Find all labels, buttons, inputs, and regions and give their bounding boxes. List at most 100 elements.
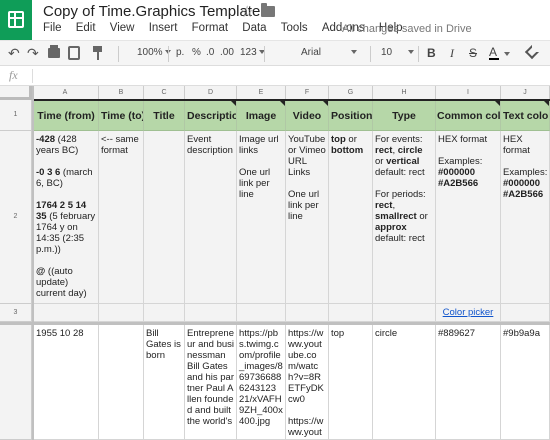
undo-icon[interactable]: ↶: [8, 45, 20, 62]
menu-tools[interactable]: Tools: [281, 22, 308, 34]
column-header-g[interactable]: G: [329, 86, 373, 100]
cell-b2[interactable]: <-- same format: [99, 131, 144, 304]
row-header-1[interactable]: 1: [0, 100, 32, 131]
cell-j2[interactable]: HEX format . Examples: #000000 #A2B566: [501, 131, 550, 304]
zoom-select[interactable]: 100%: [137, 47, 171, 58]
color-picker-link[interactable]: Color picker: [443, 307, 494, 318]
strikethrough-button[interactable]: S: [469, 46, 477, 60]
text-color-button[interactable]: A: [489, 45, 499, 60]
position-option: top: [331, 134, 346, 145]
cell-text: HEX format: [438, 134, 488, 145]
row-header-2[interactable]: 2: [0, 131, 32, 304]
column-header-a[interactable]: A: [32, 86, 99, 100]
column-header-h[interactable]: H: [373, 86, 436, 100]
cell-h2[interactable]: For events: rect, circle or vertical def…: [373, 131, 436, 304]
cell-f3[interactable]: [286, 304, 329, 322]
formula-input[interactable]: [38, 66, 538, 85]
frozen-columns-divider[interactable]: [32, 86, 34, 440]
cell-d4[interactable]: Entrepreneur and businessman Bill Gates …: [185, 325, 237, 440]
column-header-i[interactable]: I: [436, 86, 501, 100]
column-header-f[interactable]: F: [286, 86, 329, 100]
header-cell-time-to[interactable]: Time (to): [99, 101, 144, 131]
print-icon[interactable]: [48, 45, 60, 58]
column-header-b[interactable]: B: [99, 86, 144, 100]
select-all-corner[interactable]: [0, 86, 32, 100]
folder-icon[interactable]: [261, 3, 275, 17]
decrease-decimals-button[interactable]: .0: [206, 47, 214, 58]
cell-e3[interactable]: [237, 304, 286, 322]
frozen-rows-divider[interactable]: [0, 322, 550, 325]
cell-i2[interactable]: HEX format Examples: #000000 #A2B566: [436, 131, 501, 304]
menu-insert[interactable]: Insert: [149, 22, 178, 34]
header-cell-video[interactable]: Video: [286, 101, 329, 131]
cell-i3[interactable]: Color picker: [436, 304, 501, 322]
sheets-logo-icon[interactable]: [0, 0, 32, 40]
cell-g3[interactable]: [329, 304, 373, 322]
menu-data[interactable]: Data: [242, 22, 266, 34]
cell-a4[interactable]: 1955 10 28: [34, 325, 99, 440]
cell-d3[interactable]: [185, 304, 237, 322]
document-title[interactable]: Copy of Time.Graphics Template: [43, 3, 260, 20]
menu-format[interactable]: Format: [192, 22, 228, 34]
cell-j3[interactable]: [501, 304, 550, 322]
hex-example: #A2B566: [503, 189, 544, 200]
cell-g2[interactable]: top or bottom: [329, 131, 373, 304]
type-option: rect: [375, 200, 393, 211]
font-size-select[interactable]: 10: [381, 47, 415, 58]
cell-f2[interactable]: YouTube or Vimeo URL Links One url link …: [286, 131, 329, 304]
header-cell-description[interactable]: Description: [185, 101, 237, 131]
star-icon[interactable]: ☆: [240, 2, 254, 22]
cell-h4[interactable]: circle: [373, 325, 436, 440]
header-cell-type[interactable]: Type: [373, 101, 436, 131]
text-color-caret-icon[interactable]: [504, 52, 510, 56]
cell-c2[interactable]: [144, 131, 185, 304]
cell-e4[interactable]: https://pbs.twimg.com/profile_images/869…: [237, 325, 286, 440]
paint-format-icon[interactable]: [93, 46, 102, 60]
cell-e2[interactable]: Image url links One url link per line: [237, 131, 286, 304]
cell-i4[interactable]: #889627: [436, 325, 501, 440]
cell-c3[interactable]: [144, 304, 185, 322]
currency-button[interactable]: p.: [176, 47, 184, 58]
cell-b4[interactable]: [99, 325, 144, 440]
column-header-c[interactable]: C: [144, 86, 185, 100]
header-cell-common-color[interactable]: Common color: [436, 101, 501, 131]
column-header-e[interactable]: E: [237, 86, 286, 100]
type-option: rect: [375, 145, 393, 156]
row-header-3[interactable]: 3: [0, 304, 32, 322]
header-cell-title[interactable]: Title: [144, 101, 185, 131]
menu-file[interactable]: File: [43, 22, 62, 34]
increase-decimals-button[interactable]: .00: [220, 47, 234, 58]
header-cell-image[interactable]: Image: [237, 101, 286, 131]
bold-button[interactable]: B: [427, 46, 436, 60]
cell-f4[interactable]: https://www.youtube.com/watch?v=8RETFyDK…: [286, 325, 329, 440]
toolbar: ↶ ↷ 100% p. % .0 .00 123 Arial 10 B I S …: [0, 40, 550, 66]
cell-j4[interactable]: #9b9a9a: [501, 325, 550, 440]
paint-format-toggle-icon[interactable]: [68, 46, 80, 60]
cell-d2[interactable]: Event description: [185, 131, 237, 304]
header-cell-text-color[interactable]: Text color: [501, 101, 550, 131]
cell-a2[interactable]: -428 (428 years BC) -0 3 6 (march 6, BC)…: [34, 131, 99, 304]
cell-g4[interactable]: top: [329, 325, 373, 440]
menu-edit[interactable]: Edit: [76, 22, 96, 34]
fill-color-icon[interactable]: [524, 44, 540, 60]
cell-text: default: rect: [375, 233, 425, 244]
font-select[interactable]: Arial: [301, 47, 358, 58]
percent-button[interactable]: %: [192, 47, 201, 58]
save-status[interactable]: All changes saved in Drive: [342, 23, 472, 35]
cell-c4[interactable]: Bill Gates is born: [144, 325, 185, 440]
column-header-j[interactable]: J: [501, 86, 550, 100]
cell-h3[interactable]: [373, 304, 436, 322]
row-header-4[interactable]: [0, 325, 32, 440]
more-formats-button[interactable]: 123: [240, 47, 265, 58]
fx-icon: fx: [9, 68, 18, 82]
menu-view[interactable]: View: [110, 22, 135, 34]
header-cell-position[interactable]: Position: [329, 101, 373, 131]
redo-icon[interactable]: ↷: [27, 45, 39, 62]
header-cell-time-from[interactable]: Time (from): [34, 101, 99, 131]
cell-a3[interactable]: [34, 304, 99, 322]
font-size-value: 10: [381, 47, 393, 58]
italic-button[interactable]: I: [450, 46, 454, 61]
column-header-d[interactable]: D: [185, 86, 237, 100]
cell-text: For periods:: [375, 189, 426, 200]
cell-b3[interactable]: [99, 304, 144, 322]
